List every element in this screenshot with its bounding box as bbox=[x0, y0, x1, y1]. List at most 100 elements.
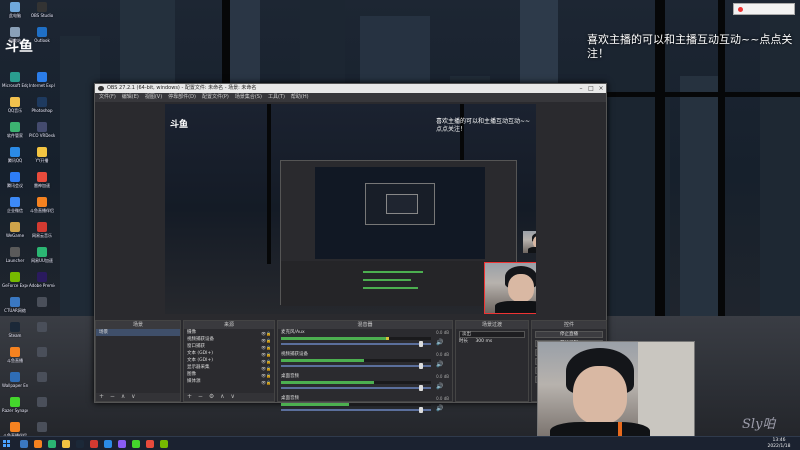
alert-dot-icon bbox=[738, 7, 743, 12]
visibility-lock-icon[interactable]: 👁🔒 bbox=[261, 379, 271, 385]
volume-fader[interactable] bbox=[281, 407, 431, 413]
desktop-icon[interactable]: 斗鱼直播 bbox=[2, 347, 28, 363]
obs-menu-item[interactable]: 工具(T) bbox=[268, 94, 285, 100]
desktop-icon[interactable]: CTUAR网络 bbox=[2, 297, 28, 313]
desktop-icon[interactable]: Wallpaper Engine bbox=[2, 372, 28, 388]
fader-knob[interactable] bbox=[418, 341, 423, 347]
desktop-icon[interactable]: 腾讯QQ bbox=[2, 147, 28, 163]
close-button[interactable]: × bbox=[596, 84, 606, 93]
desktop-icon[interactable] bbox=[29, 297, 55, 308]
control-button[interactable]: 停止直播 bbox=[535, 331, 603, 338]
nested-preview bbox=[315, 167, 485, 259]
source-item[interactable]: 视频捕获设备 👁🔒 bbox=[184, 336, 274, 343]
desktop-icon[interactable]: YY开播 bbox=[29, 147, 55, 163]
transition-type-select[interactable]: 淡出 bbox=[459, 331, 525, 338]
app-icon bbox=[10, 122, 20, 132]
desktop-icon[interactable]: Internet Explorer bbox=[29, 72, 55, 88]
source-item[interactable]: 媒体源 👁🔒 bbox=[184, 378, 274, 385]
volume-fader[interactable] bbox=[281, 363, 431, 369]
mute-speaker-icon[interactable]: 🔊 bbox=[436, 384, 443, 390]
taskbar-app-icon[interactable] bbox=[34, 440, 42, 448]
desktop-icon[interactable] bbox=[29, 347, 55, 358]
mute-speaker-icon[interactable]: 🔊 bbox=[436, 362, 443, 368]
obs-app-icon bbox=[98, 86, 104, 91]
desktop-icon[interactable]: Launcher bbox=[2, 247, 28, 263]
source-item[interactable]: 显示器采集 👁🔒 bbox=[184, 364, 274, 371]
source-item[interactable]: 图像 👁🔒 bbox=[184, 371, 274, 378]
app-icon bbox=[37, 197, 47, 207]
desktop-icon[interactable]: Photoshop bbox=[29, 97, 55, 113]
obs-title-bar[interactable]: OBS 27.2.1 (64-bit, windows) - 配置文件: 未命名… bbox=[95, 84, 606, 93]
desktop-icon[interactable] bbox=[29, 322, 55, 333]
obs-menu-item[interactable]: 场景集合(S) bbox=[235, 94, 262, 100]
desktop-icon[interactable]: 斗鱼直播伴侣 bbox=[29, 197, 55, 213]
desktop-icon[interactable] bbox=[29, 397, 55, 408]
taskbar-app-icon[interactable] bbox=[90, 440, 98, 448]
taskbar-app-icon[interactable] bbox=[48, 440, 56, 448]
fader-knob[interactable] bbox=[418, 385, 423, 391]
desktop-icon[interactable]: 企业微信 bbox=[2, 197, 28, 213]
desktop-icon[interactable]: GeForce Experience bbox=[2, 272, 28, 288]
source-item[interactable]: 文本 (GDI+) 👁🔒 bbox=[184, 357, 274, 364]
desktop-icon[interactable]: 软件管家 bbox=[2, 122, 28, 138]
nested-docks bbox=[281, 261, 516, 306]
duration-value[interactable]: 300 ms bbox=[475, 339, 492, 344]
desktop-icon[interactable] bbox=[29, 372, 55, 383]
desktop-icon[interactable]: 雷神加速 bbox=[29, 172, 55, 188]
mute-speaker-icon[interactable]: 🔊 bbox=[436, 340, 443, 346]
minimize-button[interactable]: – bbox=[576, 84, 586, 93]
desktop-icon[interactable]: 网易云音乐 bbox=[29, 222, 55, 238]
desktop-icon[interactable]: Microsoft Edge bbox=[2, 72, 28, 88]
start-menu-icon[interactable] bbox=[3, 440, 11, 448]
desktop-icon[interactable]: OBS Studio bbox=[29, 2, 55, 18]
app-icon bbox=[10, 372, 20, 382]
obs-menu-item[interactable]: 文件(F) bbox=[99, 94, 116, 100]
source-item[interactable]: 文本 (GDI+) 👁🔒 bbox=[184, 350, 274, 357]
preview-webcam-source[interactable] bbox=[484, 262, 536, 314]
obs-menu-item[interactable]: 视图(V) bbox=[145, 94, 162, 100]
desktop-icon[interactable]: 腾讯会议 bbox=[2, 172, 28, 188]
scene-item[interactable]: 场景 bbox=[96, 329, 180, 336]
transition-duration-row: 时长 300 ms bbox=[456, 338, 528, 345]
obs-menu-item[interactable]: 帮助(H) bbox=[291, 94, 309, 100]
fader-knob[interactable] bbox=[418, 407, 423, 413]
desktop-icon[interactable]: WeGame bbox=[2, 222, 28, 238]
source-item[interactable]: 窗口捕获 👁🔒 bbox=[184, 343, 274, 350]
desktop-icon[interactable]: 此电脑 bbox=[2, 2, 28, 18]
obs-menu-item[interactable]: 配置文件(P) bbox=[202, 94, 229, 100]
taskbar-app-icon[interactable] bbox=[104, 440, 112, 448]
obs-window[interactable]: OBS 27.2.1 (64-bit, windows) - 配置文件: 未命名… bbox=[94, 83, 607, 413]
volume-fader[interactable] bbox=[281, 385, 431, 391]
taskbar-app-icon[interactable] bbox=[118, 440, 126, 448]
desktop-icon[interactable]: Steam bbox=[2, 322, 28, 338]
desktop-icon[interactable]: QQ音乐 bbox=[2, 97, 28, 113]
scenes-toolbar[interactable]: + − ∧ ∨ bbox=[96, 393, 180, 401]
mute-speaker-icon[interactable]: 🔊 bbox=[436, 406, 443, 412]
app-icon bbox=[37, 272, 47, 282]
taskbar-app-icon[interactable] bbox=[160, 440, 168, 448]
source-item[interactable]: 摄像 👁🔒 bbox=[184, 329, 274, 336]
taskbar-app-icon[interactable] bbox=[146, 440, 154, 448]
app-icon bbox=[10, 297, 20, 307]
sources-toolbar[interactable]: + − ⚙ ∧ ∨ bbox=[184, 393, 274, 401]
desktop-icon[interactable] bbox=[29, 422, 55, 433]
desktop-icon[interactable]: 回收站 bbox=[2, 27, 28, 43]
desktop-icon-label: Microsoft Edge bbox=[2, 83, 28, 88]
obs-preview-canvas[interactable]: 斗鱼 喜欢主播的可以和主播互动互动~~点点关注！ bbox=[165, 104, 536, 314]
taskbar-app-icon[interactable] bbox=[132, 440, 140, 448]
taskbar-app-icon[interactable] bbox=[20, 440, 28, 448]
obs-menu-item[interactable]: 停靠部件(D) bbox=[168, 94, 196, 100]
desktop-icon[interactable]: 网易UU加速 bbox=[29, 247, 55, 263]
obs-menu-item[interactable]: 编辑(E) bbox=[122, 94, 139, 100]
fader-knob[interactable] bbox=[418, 363, 423, 369]
volume-fader[interactable] bbox=[281, 341, 431, 347]
desktop-icon[interactable]: Outlook bbox=[29, 27, 55, 43]
desktop-icon[interactable]: PICO VRDeskto… bbox=[29, 122, 55, 138]
taskbar-app-icon[interactable] bbox=[62, 440, 70, 448]
taskbar-app-icon[interactable] bbox=[76, 440, 84, 448]
maximize-button[interactable]: □ bbox=[586, 84, 596, 93]
system-clock[interactable]: 13:46 2022/1/18 bbox=[764, 438, 794, 450]
desktop-icon[interactable]: Razer Synapse bbox=[2, 397, 28, 413]
desktop-icon-label: Razer Synapse bbox=[2, 408, 28, 413]
desktop-icon[interactable]: Adobe Premie… bbox=[29, 272, 55, 288]
